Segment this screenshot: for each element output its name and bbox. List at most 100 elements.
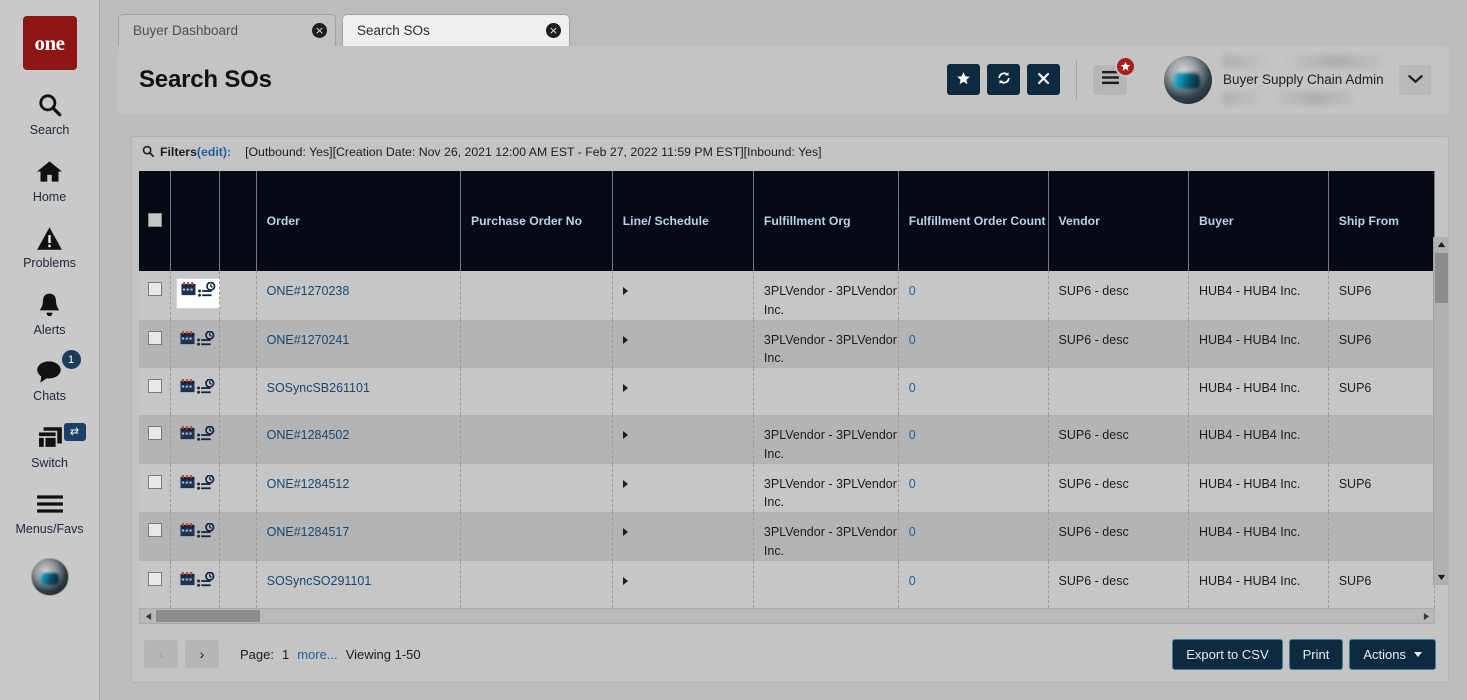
refresh-button[interactable] xyxy=(987,64,1020,96)
row-select-cell[interactable] xyxy=(139,512,171,561)
rail-item-alerts[interactable]: Alerts xyxy=(0,290,100,337)
tab-buyer-dashboard[interactable]: Buyer Dashboard × xyxy=(118,14,336,46)
select-all-header[interactable] xyxy=(139,171,171,271)
previous-page-button[interactable]: ‹ xyxy=(144,640,178,668)
more-pages-link[interactable]: more... xyxy=(297,647,337,662)
column-header-po_no[interactable]: Purchase Order No xyxy=(460,171,613,271)
schedule-search-icon[interactable] xyxy=(197,281,216,305)
fulfillment-order-count-link[interactable]: 0 xyxy=(909,477,916,491)
table-row[interactable]: SOSyncSO291101 0 SUP6 - desc HUB4 - HUB4 In… xyxy=(139,560,1435,608)
select-all-checkbox[interactable] xyxy=(148,212,162,227)
rail-item-switch[interactable]: ⇄ Switch xyxy=(0,422,100,470)
calendar-icon[interactable] xyxy=(180,474,195,495)
rail-item-problems[interactable]: Problems xyxy=(0,223,100,270)
expand-row-arrow-icon[interactable] xyxy=(622,431,628,439)
order-link[interactable]: SOSyncSB261101 xyxy=(267,381,370,395)
export-to-csv-button[interactable]: Export to CSV xyxy=(1172,638,1283,670)
row-select-cell[interactable] xyxy=(139,319,171,368)
brand-logo[interactable]: one xyxy=(22,16,77,70)
line-schedule-cell[interactable] xyxy=(612,319,754,368)
order-link[interactable]: ONE#1270241 xyxy=(267,333,350,347)
column-header-vendor[interactable]: Vendor xyxy=(1048,171,1189,271)
scroll-up-arrow[interactable] xyxy=(1434,237,1449,252)
row-select-cell[interactable] xyxy=(139,560,171,608)
expand-row-arrow-icon[interactable] xyxy=(622,287,628,295)
expand-row-arrow-icon[interactable] xyxy=(622,576,628,585)
row-checkbox[interactable] xyxy=(148,330,162,345)
close-button[interactable] xyxy=(1027,64,1060,96)
order-link[interactable]: ONE#1284502 xyxy=(267,428,350,442)
table-row[interactable]: ONE#1284517 3PLVendor - 3PLVendor Inc. 0 SU… xyxy=(139,512,1435,561)
user-avatar[interactable] xyxy=(1164,55,1212,104)
order-link[interactable]: ONE#1284517 xyxy=(267,525,350,539)
expand-row-arrow-icon[interactable] xyxy=(622,335,628,344)
column-header-line[interactable]: Line/ Schedule xyxy=(612,171,754,271)
horizontal-scrollbar[interactable] xyxy=(139,608,1435,624)
calendar-icon[interactable] xyxy=(181,282,196,302)
expand-row-arrow-icon[interactable] xyxy=(622,384,628,392)
scroll-down-arrow[interactable] xyxy=(1434,570,1449,585)
line-schedule-cell[interactable] xyxy=(612,415,754,464)
row-select-cell[interactable] xyxy=(139,368,171,415)
scroll-right-arrow[interactable] xyxy=(1419,609,1433,623)
column-header-buyer[interactable]: Buyer xyxy=(1188,171,1329,271)
row-checkbox[interactable] xyxy=(148,379,162,393)
schedule-search-icon[interactable] xyxy=(196,330,215,354)
order-link[interactable]: SOSyncSO291101 xyxy=(267,574,372,588)
favorite-button[interactable] xyxy=(947,64,980,96)
column-header-ship_from[interactable]: Ship From xyxy=(1328,171,1435,271)
row-checkbox[interactable] xyxy=(148,523,162,537)
fulfillment-order-count-link[interactable]: 0 xyxy=(909,525,916,539)
calendar-icon[interactable] xyxy=(180,379,195,399)
tab-search-sos[interactable]: Search SOs × xyxy=(342,14,570,49)
line-schedule-cell[interactable] xyxy=(612,463,754,512)
calendar-icon[interactable] xyxy=(180,523,195,543)
schedule-search-icon[interactable] xyxy=(196,522,215,546)
calendar-icon[interactable] xyxy=(180,426,195,446)
table-row[interactable]: ONE#1284502 3PLVendor - 3PLVendor Inc. 0 SU… xyxy=(139,415,1435,464)
rail-item-search[interactable]: Search xyxy=(0,90,100,137)
close-icon[interactable]: × xyxy=(312,23,327,38)
expand-row-arrow-icon[interactable] xyxy=(622,528,628,536)
row-checkbox[interactable] xyxy=(148,282,162,296)
calendar-icon[interactable] xyxy=(180,330,195,351)
schedule-search-icon[interactable] xyxy=(196,474,215,498)
expand-row-arrow-icon[interactable] xyxy=(622,479,628,488)
vertical-scroll-thumb[interactable] xyxy=(1435,253,1448,303)
table-row[interactable]: SOSyncSB261101 0 HUB4 - HUB4 Inc. SUP6 xyxy=(139,368,1435,415)
fulfillment-order-count-link[interactable]: 0 xyxy=(909,333,916,347)
filters-edit-link[interactable]: (edit): xyxy=(197,145,231,159)
print-button[interactable]: Print xyxy=(1288,638,1344,670)
order-link[interactable]: ONE#1270238 xyxy=(267,284,350,298)
horizontal-scroll-thumb[interactable] xyxy=(156,610,260,622)
table-row[interactable]: ONE#1270238 3PLVendor - 3PLVendor Inc. 0 SU… xyxy=(139,271,1435,320)
table-row[interactable]: ONE#1284512 3PLVendor - 3PLVendor Inc. 0 SU… xyxy=(139,463,1435,512)
fulfillment-order-count-link[interactable]: 0 xyxy=(909,428,916,442)
next-page-button[interactable]: › xyxy=(185,640,219,668)
page-number[interactable]: 1 xyxy=(282,647,289,662)
rail-avatar[interactable] xyxy=(30,557,69,596)
line-schedule-cell[interactable] xyxy=(612,271,754,320)
line-schedule-cell[interactable] xyxy=(612,512,754,561)
row-select-cell[interactable] xyxy=(139,415,171,464)
calendar-icon[interactable] xyxy=(180,571,195,592)
line-schedule-cell[interactable] xyxy=(612,368,754,415)
schedule-search-icon[interactable] xyxy=(196,571,215,595)
row-checkbox[interactable] xyxy=(148,571,162,586)
rail-item-chats[interactable]: 1 Chats xyxy=(0,350,100,403)
table-row[interactable]: ONE#1270241 3PLVendor - 3PLVendor Inc. 0 SU… xyxy=(139,319,1435,368)
fulfillment-order-count-link[interactable]: 0 xyxy=(909,284,916,298)
vertical-scrollbar[interactable] xyxy=(1433,237,1448,585)
line-schedule-cell[interactable] xyxy=(612,560,754,608)
order-link[interactable]: ONE#1284512 xyxy=(267,477,350,491)
switch-toggle-icon[interactable]: ⇄ xyxy=(63,422,86,441)
rail-item-home[interactable]: Home xyxy=(0,157,100,204)
row-checkbox[interactable] xyxy=(148,426,162,440)
actions-button[interactable]: Actions xyxy=(1349,638,1436,670)
column-header-ff_count[interactable]: Fulfillment Order Count xyxy=(898,171,1049,271)
schedule-search-icon[interactable] xyxy=(196,425,215,449)
column-header-ff_org[interactable]: Fulfillment Org xyxy=(753,171,899,271)
menus-favorites-button[interactable] xyxy=(1093,55,1136,95)
fulfillment-order-count-link[interactable]: 0 xyxy=(909,381,916,395)
row-checkbox[interactable] xyxy=(148,474,162,489)
